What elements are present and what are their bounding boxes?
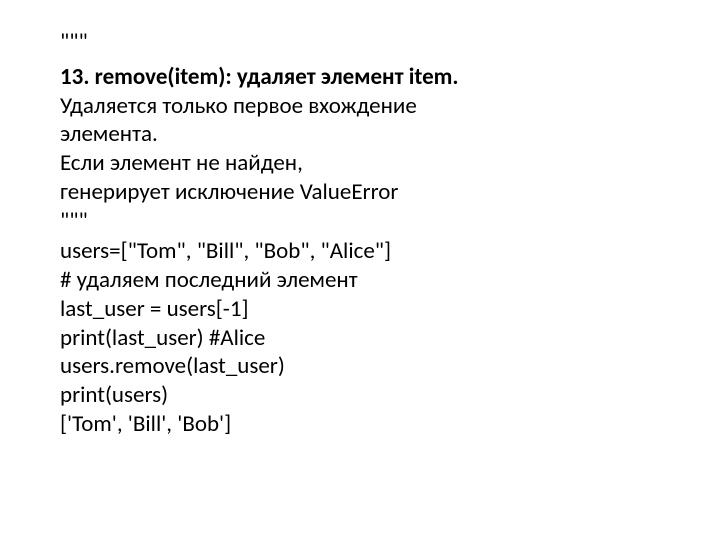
document-content: """ 13. remove(item): удаляет элемент it… — [60, 28, 660, 439]
heading-text: 13. remove(item): удаляет элемент item. — [60, 63, 660, 92]
docstring-open: """ — [60, 28, 660, 57]
code-block: users=["Tom", "Bill", "Bob", "Alice"] # … — [60, 237, 660, 438]
code-line-4: print(last_user) #Alice — [60, 324, 660, 353]
code-line-2: # удаляем последний элемент — [60, 266, 660, 295]
code-line-7: ['Tom', 'Bill', 'Bob'] — [60, 410, 660, 439]
code-line-3: last_user = users[-1] — [60, 295, 660, 324]
description-line-3: Если элемент не найден, — [60, 149, 660, 178]
description-line-4: генерирует исключение ValueError — [60, 178, 660, 207]
description-line-1: Удаляется только первое вхождение — [60, 92, 660, 121]
heading-block: 13. remove(item): удаляет элемент item. … — [60, 63, 660, 236]
description-line-2: элемента. — [60, 120, 660, 149]
code-line-5: users.remove(last_user) — [60, 352, 660, 381]
code-line-6: print(users) — [60, 381, 660, 410]
docstring-close: """ — [60, 207, 660, 236]
code-line-1: users=["Tom", "Bill", "Bob", "Alice"] — [60, 237, 660, 266]
